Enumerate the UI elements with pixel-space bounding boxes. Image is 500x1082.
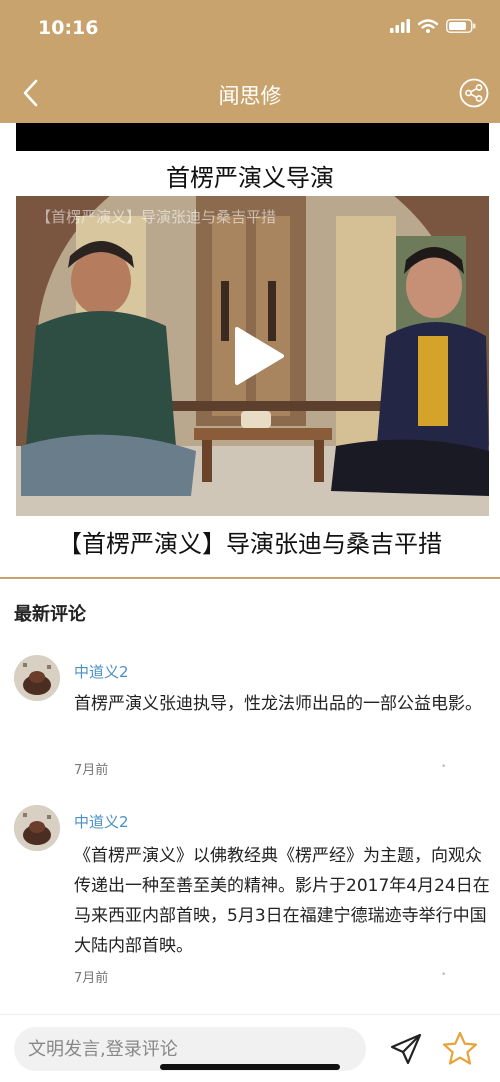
status-time: 10:16: [38, 17, 99, 39]
comment-bar: [0, 1014, 500, 1082]
nav-bar: 闻思修: [0, 62, 500, 123]
app-header: 10:16 闻思修: [0, 0, 500, 123]
avatar[interactable]: [14, 655, 60, 701]
play-icon[interactable]: [233, 326, 285, 386]
share-icon: [459, 78, 489, 108]
page-title: 闻思修: [218, 84, 282, 108]
comment-more-dot[interactable]: •: [441, 970, 446, 980]
status-icons: [390, 19, 476, 33]
avatar-image: [14, 805, 60, 851]
home-indicator: [160, 1064, 340, 1070]
wifi-icon: [418, 19, 438, 33]
status-bar: 10:16: [0, 0, 500, 62]
comment-text: 《首楞严演义》以佛教经典《楞严经》为主题，向观众传递出一种至善至美的精神。影片于…: [74, 846, 490, 956]
comment-username[interactable]: 中道义2: [74, 661, 129, 682]
send-icon[interactable]: [388, 1031, 424, 1067]
comment-time: 7月前: [74, 763, 109, 778]
star-icon[interactable]: [441, 1030, 479, 1068]
avatar-image: [14, 655, 60, 701]
video-overlay-title: 【首楞严演义】导演张迪与桑吉平措: [36, 208, 277, 226]
comment-username[interactable]: 中道义2: [74, 811, 129, 832]
video-heading: 首楞严演义导演: [166, 164, 334, 192]
previous-video-strip: [16, 123, 489, 151]
video-caption: 【首楞严演义】导演张迪与桑吉平措: [58, 530, 442, 558]
share-button[interactable]: [458, 77, 490, 109]
comment-more-dot[interactable]: •: [441, 762, 446, 772]
battery-icon: [446, 19, 476, 33]
comments-section-title: 最新评论: [14, 604, 86, 625]
avatar[interactable]: [14, 805, 60, 851]
section-divider: [0, 577, 500, 579]
comment-text: 首楞严演义张迪执导，性龙法师出品的一部公益电影。: [74, 694, 482, 714]
video-player[interactable]: 【首楞严演义】导演张迪与桑吉平措: [16, 196, 489, 516]
comment-time: 7月前: [74, 971, 109, 986]
signal-icon: [390, 19, 410, 33]
